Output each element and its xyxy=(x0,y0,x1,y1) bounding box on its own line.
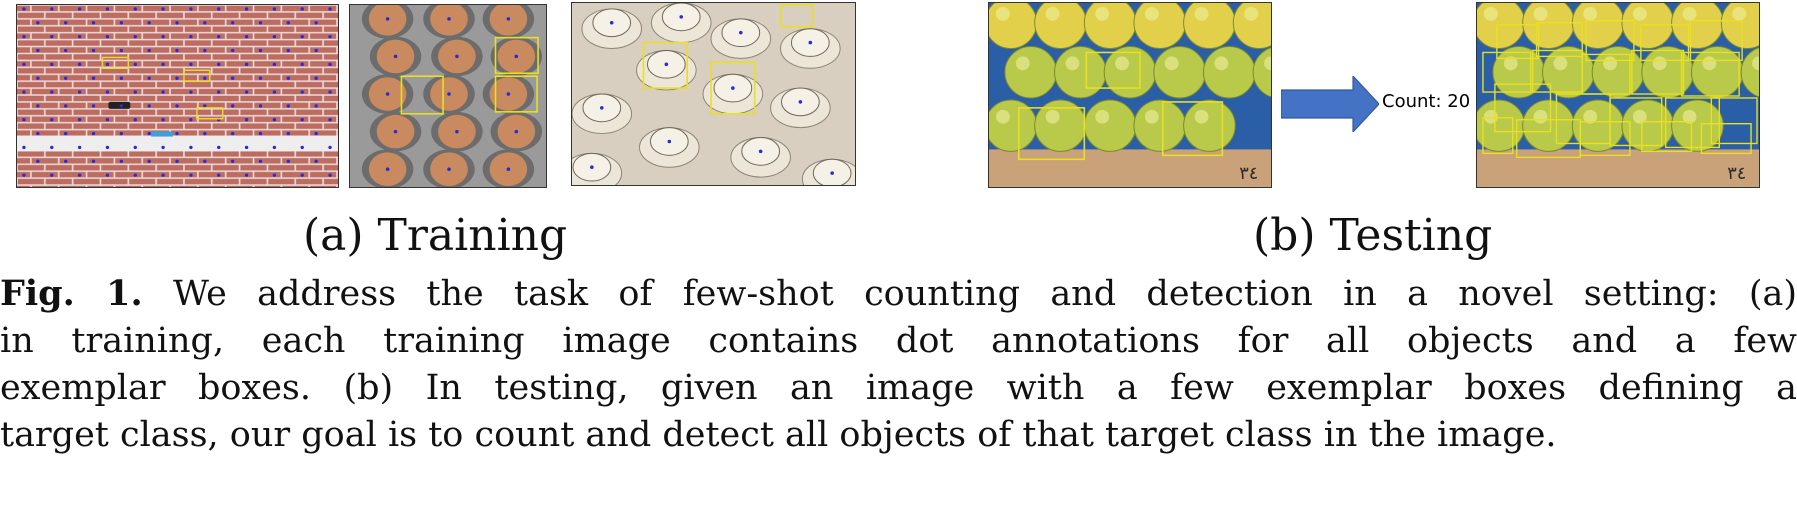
subcaption-testing: (b) Testing xyxy=(1253,210,1493,261)
count-result-label: Count: 20 xyxy=(1382,91,1471,112)
apples-testing-input-image: ٣٤ xyxy=(988,2,1272,188)
figure-caption: Fig. 1. We address the task of few-shot … xyxy=(0,270,1797,459)
teacups-training-image xyxy=(571,2,856,186)
brick-wall-training-image xyxy=(16,4,339,188)
svg-text:٣٤: ٣٤ xyxy=(1239,163,1258,184)
right-arrow-icon xyxy=(1281,76,1379,132)
caption-line-3: exemplar boxes. (b) In testing, given an… xyxy=(0,368,1797,408)
subcaption-training: (a) Training xyxy=(303,210,568,261)
caption-line-4: target class, our goal is to count and d… xyxy=(0,415,1557,455)
caption-line-2: in training, each training image contain… xyxy=(0,321,1797,361)
svg-text:٣٤: ٣٤ xyxy=(1727,163,1746,184)
apples-testing-output-image: ٣٤ xyxy=(1476,2,1760,188)
caption-line-1: We address the task of few-shot counting… xyxy=(142,274,1797,314)
caption-label: Fig. 1. xyxy=(0,273,143,314)
egg-carton-training-image xyxy=(349,4,547,188)
